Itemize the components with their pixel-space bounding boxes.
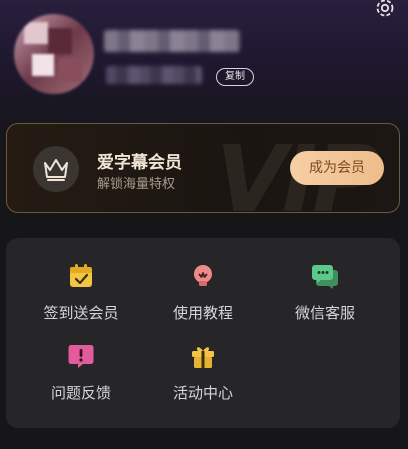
copy-id-button[interactable]: 复制 [216,68,254,86]
feature-menu: 签到送会员 使用教程 微信客服 问题反馈 活动中心 [6,238,400,428]
username-redacted [104,30,240,52]
calendar-check-icon [70,264,92,287]
vip-subtitle: 解锁海量特权 [97,177,176,192]
user-id-redacted [106,66,202,84]
menu-item-activity-center[interactable]: 活动中心 [148,342,258,412]
crown-icon [44,159,68,181]
menu-item-feedback[interactable]: 问题反馈 [26,342,136,412]
crown-badge [33,146,79,192]
menu-item-checkin[interactable]: 签到送会员 [26,262,136,332]
vip-title: 爱字幕会员 [97,153,182,173]
lightbulb-icon [194,265,212,286]
gift-icon [192,347,214,368]
become-member-button[interactable]: 成为会员 [290,151,384,185]
menu-item-label: 微信客服 [294,304,355,322]
menu-item-tutorial[interactable]: 使用教程 [148,262,258,332]
avatar[interactable] [14,14,94,94]
menu-item-label: 使用教程 [172,304,233,322]
menu-item-label: 签到送会员 [43,304,119,322]
vip-membership-card[interactable]: VIP 爱字幕会员 解锁海量特权 成为会员 [6,123,400,213]
menu-item-wechat-support[interactable]: 微信客服 [270,262,380,332]
menu-item-label: 活动中心 [172,384,233,402]
chat-bubbles-icon [312,265,338,289]
menu-item-label: 问题反馈 [50,384,111,402]
profile-header: 复制 [0,0,408,130]
settings-gear-icon[interactable] [372,0,398,22]
feedback-exclamation-icon [68,345,94,368]
